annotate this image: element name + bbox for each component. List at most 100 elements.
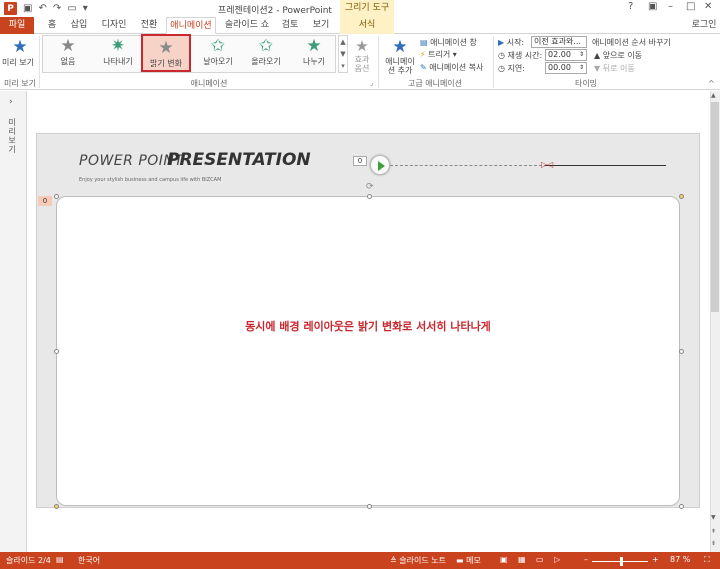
language-indicator[interactable]: 한국어 <box>78 555 100 566</box>
delay-spin-icon[interactable]: ⇕ <box>579 63 584 73</box>
start-label: ▶ 시작: <box>498 37 524 48</box>
start-label-text: 시작: <box>506 38 525 47</box>
delay-icon: ◷ <box>498 64 505 73</box>
star-fade-icon: ★ <box>158 38 174 58</box>
animation-pane-button[interactable]: ▤ 애니메이션 창 <box>420 37 477 48</box>
move-later-icon: ▼ <box>594 64 601 73</box>
gallery-scroll[interactable]: ▲ ▼ ▾ <box>338 35 348 73</box>
tab-slide-show[interactable]: 슬라이드 쇼 <box>220 17 274 34</box>
comments-button[interactable]: ▬ 메모 <box>456 555 481 566</box>
animation-painter-button[interactable]: ✎ 애니메이션 복사 <box>420 62 483 73</box>
group-label-timing: 타이밍 <box>574 79 598 88</box>
previous-slide-icon[interactable]: ⇞ <box>711 528 716 535</box>
scroll-up-icon[interactable]: ▲ <box>711 92 716 99</box>
resize-handle[interactable] <box>54 349 59 354</box>
thumbnail-pane: › <box>0 91 27 552</box>
start-from-beginning-icon[interactable]: ▭ <box>67 3 76 15</box>
gallery-item-float-in[interactable]: ✩ 올라오기 <box>242 34 290 70</box>
duration-input[interactable]: 02.00 ⇕ <box>545 49 587 61</box>
slide-sorter-icon[interactable]: ▦ <box>518 555 526 564</box>
start-select[interactable]: 이전 효과와... <box>531 36 587 48</box>
resize-handle[interactable] <box>679 504 684 509</box>
timeline-marker-icon[interactable]: ▷◁ <box>541 160 553 169</box>
start-select-value: 이전 효과와... <box>534 37 581 46</box>
slide-show-icon[interactable]: ▷ <box>554 555 560 564</box>
animation-painter-label: 애니메이션 복사 <box>429 63 484 72</box>
zoom-in-icon[interactable]: + <box>652 555 659 564</box>
redo-icon[interactable]: ↷ <box>53 3 61 15</box>
tab-home[interactable]: 홈 <box>40 17 64 34</box>
ribbon-display-icon[interactable]: ▣ <box>648 1 657 12</box>
collapse-ribbon-icon[interactable]: ^ <box>708 79 715 88</box>
sign-in-link[interactable]: 로그인 <box>690 17 718 34</box>
close-icon[interactable]: ✕ <box>704 1 712 12</box>
duration-spin-icon[interactable]: ⇕ <box>579 50 584 60</box>
resize-handle[interactable] <box>367 504 372 509</box>
gallery-down-icon[interactable]: ▼ <box>339 48 347 60</box>
maximize-icon[interactable]: □ <box>686 1 695 12</box>
minimize-icon[interactable]: – <box>668 1 673 12</box>
resize-handle[interactable] <box>54 194 59 199</box>
gallery-item-appear[interactable]: ✷ 나타내기 <box>94 34 142 70</box>
gallery-item-fly-in[interactable]: ✩ 날아오기 <box>194 34 242 70</box>
move-earlier-icon: ▲ <box>594 51 601 60</box>
resize-handle[interactable] <box>679 349 684 354</box>
move-earlier-button[interactable]: ▲ 앞으로 이동 <box>594 50 642 61</box>
vertical-scroll-thumb[interactable] <box>711 102 719 312</box>
ribbon: ★ 미리 보기 미리 보기 ★ 없음 ✷ 나타내기 ★ 밝기 변화 ✩ 날아오기… <box>0 34 720 90</box>
tab-file[interactable]: 파일 <box>0 17 34 34</box>
scroll-down-icon[interactable]: ▼ <box>711 514 716 521</box>
normal-view-icon[interactable]: ▣ <box>500 555 508 564</box>
expand-pane-icon[interactable]: › <box>9 97 13 107</box>
undo-icon[interactable]: ↶ <box>38 3 46 15</box>
next-slide-icon[interactable]: ⇟ <box>711 540 716 547</box>
effect-options-button[interactable]: ★ 효과 옵션 <box>351 37 373 73</box>
notes-button[interactable]: ≜ 슬라이드 노트 <box>390 555 446 566</box>
zoom-out-icon[interactable]: – <box>584 555 588 564</box>
effect-options-icon: ★ <box>355 37 369 55</box>
gallery-item-split[interactable]: ★ 나누기 <box>290 34 338 70</box>
zoom-slider-thumb[interactable] <box>620 557 623 566</box>
preview-button-label: 미리 보기 <box>2 58 34 67</box>
help-icon[interactable]: ? <box>628 1 633 12</box>
tab-design[interactable]: 디자인 <box>96 17 132 34</box>
add-animation-button[interactable]: ★ 애니메이션 추가 <box>382 37 418 75</box>
gallery-up-icon[interactable]: ▲ <box>339 36 347 48</box>
start-icon: ▶ <box>498 38 505 47</box>
tab-transitions[interactable]: 전환 <box>134 17 164 34</box>
tab-insert[interactable]: 삽입 <box>64 17 94 34</box>
tab-animations[interactable]: 애니메이션 <box>166 17 216 34</box>
move-later-button[interactable]: ▼ 뒤로 이동 <box>594 63 635 74</box>
delay-input[interactable]: 00.00 ⇕ <box>545 62 587 74</box>
tab-review[interactable]: 검토 <box>276 17 304 34</box>
resize-handle[interactable] <box>54 504 59 509</box>
dialog-launcher-icon[interactable]: ⌟ <box>370 79 373 87</box>
tab-format[interactable]: 서식 <box>340 17 394 34</box>
customize-toolbar-icon[interactable]: ▾ <box>83 3 88 15</box>
duration-icon: ◷ <box>498 51 505 60</box>
resize-handle[interactable] <box>367 194 372 199</box>
rotate-handle-icon[interactable]: ⟳ <box>366 182 374 192</box>
thumbnail-pane-label: 미리보기 <box>8 118 16 154</box>
animation-tag-panel[interactable]: 0 <box>38 196 52 206</box>
trigger-button[interactable]: ⚡ 트리거 ▾ <box>420 49 457 60</box>
group-label-animation: 애니메이션 <box>190 79 228 88</box>
tab-view[interactable]: 보기 <box>306 17 336 34</box>
gallery-more-icon[interactable]: ▾ <box>339 60 347 72</box>
content-panel-shape[interactable] <box>56 196 680 506</box>
spell-check-icon[interactable]: ▤ <box>56 555 64 564</box>
resize-handle[interactable] <box>679 194 684 199</box>
fit-slide-icon[interactable]: ⛶ <box>704 555 710 565</box>
slide-subtitle: Enjoy your stylish business and campus l… <box>79 177 222 183</box>
gallery-item-none[interactable]: ★ 없음 <box>44 34 92 70</box>
duration-label-text: 재생 시간: <box>507 51 543 60</box>
star-fly-in-icon: ✩ <box>210 36 226 56</box>
play-icon[interactable] <box>370 155 390 175</box>
gallery-item-fade[interactable]: ★ 밝기 변화 <box>141 34 191 72</box>
save-icon[interactable]: ▣ <box>23 3 32 15</box>
preview-button[interactable]: ★ 미리 보기 <box>2 37 34 68</box>
star-float-in-icon: ✩ <box>258 36 274 56</box>
reading-view-icon[interactable]: ▭ <box>536 555 544 564</box>
zoom-level[interactable]: 87 % <box>670 555 690 564</box>
animation-tag-top[interactable]: 0 <box>353 156 367 166</box>
